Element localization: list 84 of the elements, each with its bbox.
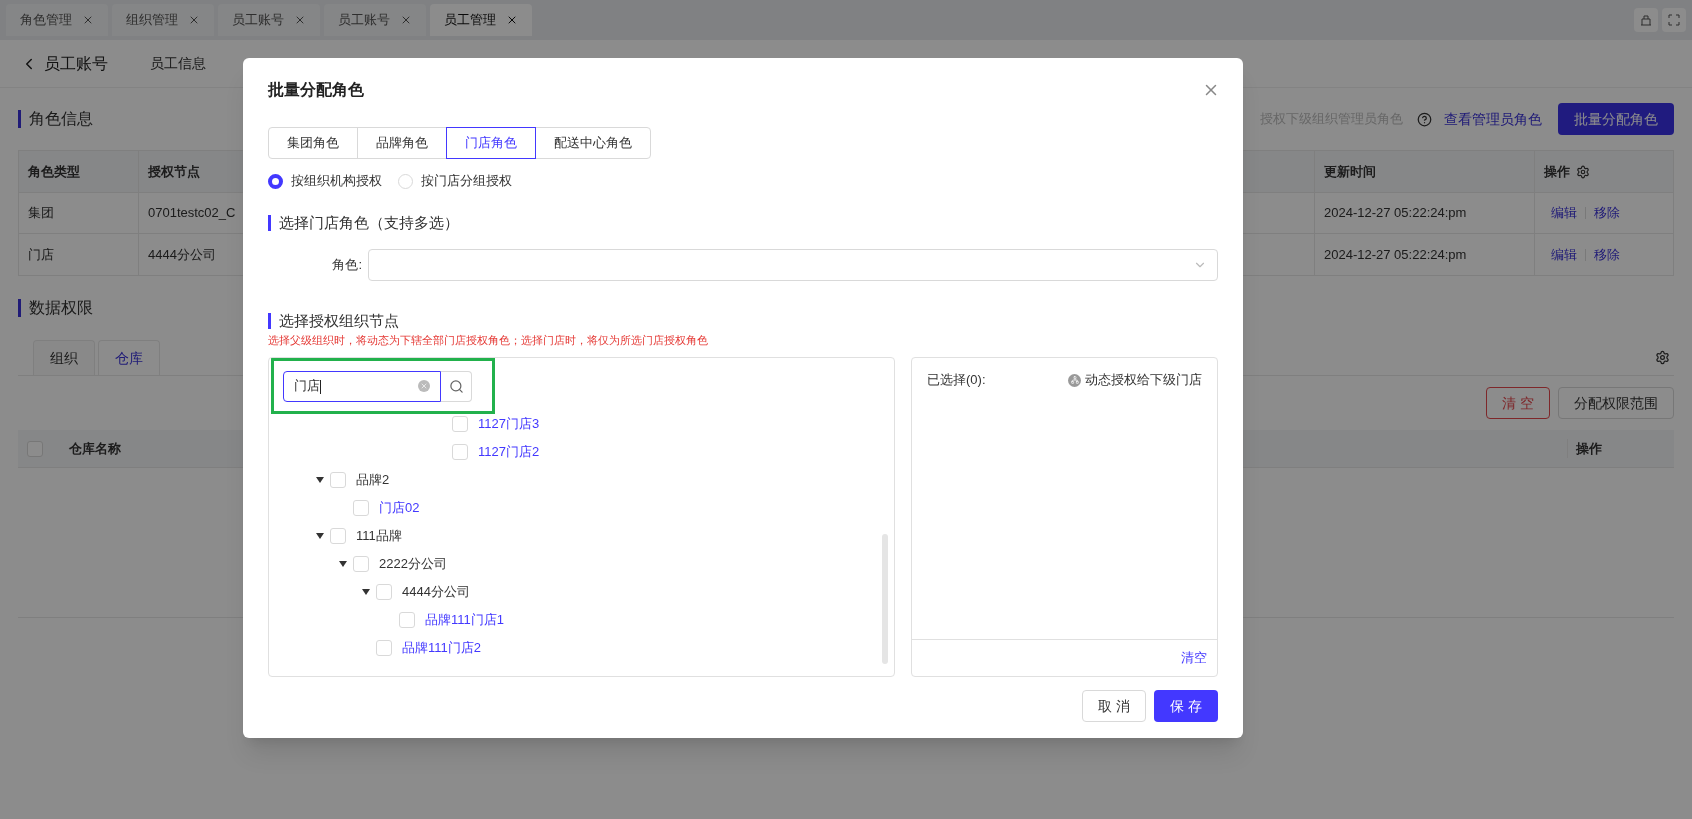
radio-label[interactable]: 按组织机构授权 [291, 171, 382, 191]
role-tab[interactable]: 门店角色 [446, 127, 536, 159]
role-tab[interactable]: 集团角色 [268, 127, 358, 159]
back-link[interactable]: 员工账号 [20, 51, 108, 76]
batch-assign-button[interactable]: 批量分配角色 [1558, 103, 1674, 135]
settings-icon[interactable] [1655, 350, 1670, 365]
hint-text: 选择父级组织时，将动态为下辖全部门店授权角色；选择门店时，将仅为所选门店授权角色 [268, 333, 709, 347]
caret-icon[interactable] [316, 533, 324, 539]
column-header: 更新时间 [1315, 151, 1535, 192]
network-icon [1068, 373, 1081, 387]
column-header: 操作 [1567, 438, 1665, 459]
close-icon [82, 14, 94, 26]
tree-item[interactable]: 4444分公司 [402, 582, 470, 602]
page-tab[interactable]: 员工管理 [430, 4, 532, 36]
checkbox[interactable] [452, 444, 468, 460]
search-icon[interactable] [448, 378, 464, 394]
fullscreen-icon[interactable] [1662, 8, 1686, 32]
section-title: 角色信息 [18, 110, 93, 128]
table-cell-text: 2024-12-27 05:22:24:pm [1324, 204, 1467, 223]
clear-icon[interactable] [418, 380, 430, 392]
page-tab[interactable]: 组织管理 [112, 4, 214, 36]
tree-item[interactable]: 门店02 [379, 498, 420, 518]
checkbox[interactable] [353, 556, 369, 572]
close-icon [188, 14, 200, 26]
tree-item[interactable]: 品牌111门店2 [402, 638, 481, 658]
clear-link[interactable]: 清空 [1181, 648, 1207, 668]
radio-button[interactable] [268, 173, 283, 189]
admin-roles-link[interactable]: 查看管理员角色 [1444, 108, 1542, 130]
tree-item[interactable]: 1127门店3 [478, 414, 540, 434]
action-button[interactable]: 分配权限范围 [1558, 387, 1674, 419]
search-button[interactable] [441, 370, 472, 402]
close-icon [294, 14, 306, 26]
tree-item[interactable]: 111品牌 [356, 526, 402, 546]
checkbox[interactable] [376, 584, 392, 600]
action-link[interactable]: 移除 [1594, 203, 1620, 223]
cancel-button[interactable]: 取 消 [1082, 690, 1146, 722]
help-icon[interactable] [1417, 111, 1432, 127]
table-cell-text: 门店 [28, 245, 54, 264]
role-tab[interactable]: 配送中心角色 [535, 127, 651, 159]
column-header: 角色类型 [19, 151, 139, 192]
close-icon [400, 14, 412, 26]
table-cell-text: 集团 [28, 204, 54, 223]
section-title: 数据权限 [18, 299, 93, 317]
caret-icon[interactable] [362, 589, 370, 595]
checkbox[interactable] [330, 472, 346, 488]
save-button[interactable]: 保 存 [1154, 690, 1218, 722]
section-heading: 选择授权组织节点 [268, 313, 399, 329]
search-field[interactable]: 门店 [283, 370, 441, 402]
role-select[interactable] [368, 249, 1218, 281]
tree-item[interactable]: 品牌2 [356, 470, 390, 490]
table-cell-text: 0701testc02_C [148, 204, 236, 223]
data-tab[interactable]: 仓库 [98, 340, 160, 375]
scrollbar[interactable] [882, 534, 888, 664]
action-link[interactable]: 移除 [1594, 244, 1620, 265]
field-label: 角色: [331, 256, 363, 275]
close-icon [506, 14, 518, 26]
checkbox[interactable] [353, 500, 369, 516]
section-heading: 选择门店角色（支持多选） [268, 215, 459, 231]
page-tab[interactable]: 员工账号 [324, 4, 426, 36]
checkbox[interactable] [399, 612, 415, 628]
page-tab[interactable]: 员工信息 [150, 53, 206, 74]
tree-item[interactable]: 品牌111门店1 [425, 610, 504, 630]
caret-icon[interactable] [316, 477, 324, 483]
radio-label[interactable]: 按门店分组授权 [421, 171, 512, 191]
settings-icon[interactable] [1576, 164, 1590, 179]
column-header: 仓库名称 [69, 439, 121, 458]
action-link[interactable]: 编辑 [1551, 203, 1577, 223]
caret-icon[interactable] [339, 561, 347, 567]
page-tab[interactable]: 角色管理 [6, 4, 108, 36]
selected-count: 已选择(0): [927, 371, 986, 390]
action-link[interactable]: 编辑 [1551, 244, 1577, 265]
column-header: 操作 [1544, 162, 1570, 181]
checkbox[interactable] [330, 528, 346, 544]
checkbox[interactable] [452, 416, 468, 432]
tree-item[interactable]: 1127门店2 [478, 442, 540, 462]
dynamic-auth-label[interactable]: 动态授权给下级门店 [1085, 370, 1202, 390]
table-cell-text: 2024-12-27 05:22:24:pm [1324, 245, 1467, 264]
table-cell-text: 4444分公司 [148, 245, 216, 264]
tree-item[interactable]: 2222分公司 [379, 554, 447, 574]
data-tab[interactable]: 组织 [33, 340, 95, 375]
dialog-title: 批量分配角色 [268, 80, 364, 100]
checkbox[interactable] [376, 640, 392, 656]
role-tab[interactable]: 品牌角色 [357, 127, 447, 159]
page-tab[interactable]: 员工账号 [218, 4, 320, 36]
